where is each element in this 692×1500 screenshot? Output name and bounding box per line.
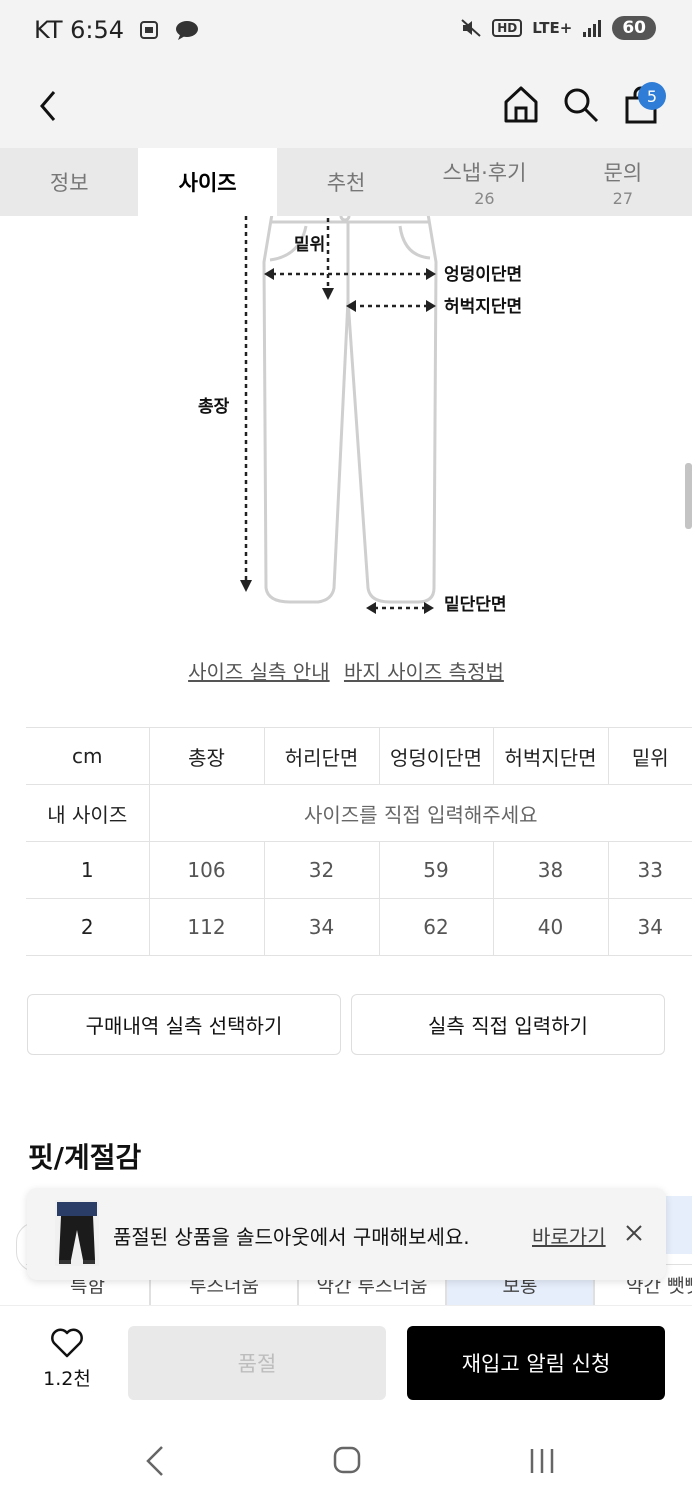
table-header: 허벅지단면 (492, 727, 608, 785)
table-header: 허리단면 (263, 727, 379, 785)
label-hem: 밑단단면 (444, 595, 507, 615)
tab-label: 추천 (326, 171, 366, 195)
table-header: 엉덩이단면 (378, 727, 493, 785)
table-header: cm (26, 727, 149, 785)
tab-snap-review[interactable]: 스냅·후기 26 (415, 148, 553, 216)
my-size-hint[interactable]: 사이즈를 직접 입력해주세요 (148, 784, 692, 842)
toast-go-link[interactable]: 바로가기 (532, 1221, 606, 1250)
search-icon[interactable] (562, 86, 600, 124)
table-header: 밑위 (607, 727, 692, 785)
tab-count: 27 (612, 188, 633, 208)
carrier-time: KT 6:54 (34, 16, 125, 44)
cart-count-badge: 5 (638, 82, 666, 110)
network-type: LTE+ (532, 19, 573, 37)
nav-back-icon[interactable] (144, 1445, 166, 1477)
table-row: 2 112 34 62 40 34 (26, 898, 692, 956)
size-cell: 106 (148, 841, 264, 899)
system-nav-bar (0, 1417, 692, 1500)
nav-recents-icon[interactable] (528, 1447, 556, 1475)
label-length: 총장 (198, 397, 230, 417)
tab-label: 스냅·후기 (442, 160, 527, 185)
close-icon[interactable] (625, 1224, 643, 1242)
size-cell: 1 (26, 841, 149, 899)
tab-size[interactable]: 사이즈 (138, 148, 277, 216)
tab-info[interactable]: 정보 (0, 148, 138, 216)
size-cell: 112 (148, 898, 264, 956)
restock-alert-button[interactable]: 재입고 알림 신청 (407, 1326, 665, 1400)
battery-level: 60 (612, 16, 656, 40)
size-guide-links: 사이즈 실측 안내 바지 사이즈 측정법 (0, 656, 692, 685)
status-bar: KT 6:54 HD LTE+ 60 (0, 0, 692, 66)
label-rise: 밑위 (294, 235, 325, 255)
my-size-row[interactable]: 내 사이즈 사이즈를 직접 입력해주세요 (26, 784, 692, 842)
label-thigh: 허벅지단면 (444, 297, 522, 317)
tab-inquiry[interactable]: 문의 27 (554, 148, 692, 216)
hd-icon: HD (492, 19, 523, 37)
detail-tabs: 정보 사이즈 추천 스냅·후기 26 문의 27 (0, 148, 692, 216)
signal-icon (583, 20, 602, 37)
table-header: 총장 (148, 727, 264, 785)
size-cell: 59 (378, 841, 493, 899)
size-cell: 34 (607, 898, 692, 956)
tab-label: 문의 (603, 160, 643, 185)
table-row: 1 106 32 59 38 33 (26, 841, 692, 899)
bottom-action-bar: 1.2천 품절 재입고 알림 신청 (0, 1305, 692, 1417)
size-cell: 32 (263, 841, 379, 899)
toast-message: 품절된 상품을 솔드아웃에서 구매해보세요. (113, 1225, 470, 1249)
measure-guide-link[interactable]: 바지 사이즈 측정법 (344, 660, 504, 684)
tab-count: 26 (474, 188, 495, 208)
size-cell: 2 (26, 898, 149, 956)
size-table: cm 총장 허리단면 엉덩이단면 허벅지단면 밑위 내 사이즈 사이즈를 직접 … (26, 727, 692, 956)
size-guide-link[interactable]: 사이즈 실측 안내 (188, 660, 330, 684)
scrollbar-thumb[interactable] (685, 463, 692, 529)
direct-measure-input-button[interactable]: 실측 직접 입력하기 (351, 994, 665, 1055)
screen-capture-icon (140, 21, 159, 39)
tab-recommend[interactable]: 추천 (277, 148, 415, 216)
chat-bubble-icon (176, 21, 199, 40)
tab-label: 정보 (49, 171, 89, 195)
fit-chip-partial (664, 1196, 692, 1254)
soldout-toast[interactable]: 품절된 상품을 솔드아웃에서 구매해보세요. 바로가기 (27, 1188, 666, 1280)
product-thumbnail (55, 1200, 99, 1266)
back-arrow-icon[interactable] (34, 88, 62, 124)
pants-size-diagram: 밑위 엉덩이단면 허벅지단면 총장 밑단단면 (198, 216, 522, 615)
size-cell: 62 (378, 898, 493, 956)
size-cell: 40 (492, 898, 608, 956)
size-cell: 34 (263, 898, 379, 956)
my-size-label: 내 사이즈 (26, 784, 149, 842)
fit-section-title: 핏/계절감 (28, 1141, 142, 1174)
table-header-row: cm 총장 허리단면 엉덩이단면 허벅지단면 밑위 (26, 727, 692, 785)
label-hip: 엉덩이단면 (444, 265, 522, 285)
soldout-button: 품절 (128, 1326, 386, 1400)
like-button[interactable]: 1.2천 (34, 1328, 100, 1391)
nav-home-icon[interactable] (332, 1445, 362, 1475)
size-cell: 33 (607, 841, 692, 899)
app-bar: 5 (0, 66, 692, 148)
tab-label: 사이즈 (178, 171, 237, 195)
mute-icon (461, 19, 481, 37)
like-count: 1.2천 (43, 1368, 91, 1390)
home-icon[interactable] (502, 84, 540, 124)
heart-icon (51, 1328, 83, 1358)
size-cell: 38 (492, 841, 608, 899)
purchase-history-measure-button[interactable]: 구매내역 실측 선택하기 (27, 994, 341, 1055)
